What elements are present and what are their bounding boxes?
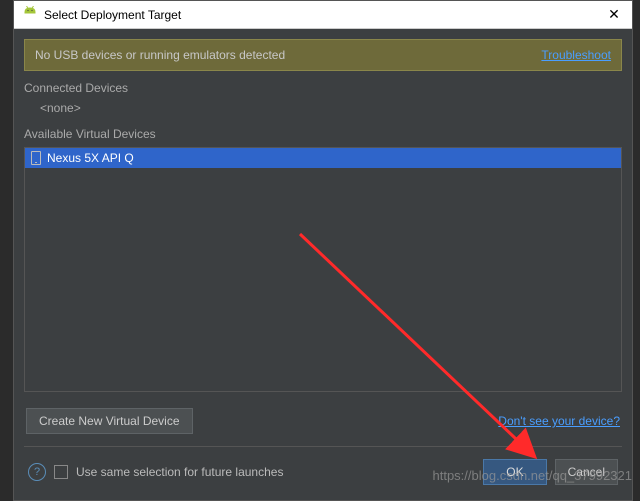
warning-message: No USB devices or running emulators dete… (35, 48, 285, 62)
bottom-row: Create New Virtual Device Don't see your… (24, 408, 622, 434)
remember-selection-checkbox[interactable] (54, 465, 68, 479)
remember-selection-label: Use same selection for future launches (76, 465, 283, 479)
android-icon (22, 6, 38, 23)
close-button[interactable]: ✕ (604, 6, 624, 23)
dont-see-device-link[interactable]: Don't see your device? (498, 414, 620, 428)
phone-icon (31, 151, 41, 165)
footer-left: ? Use same selection for future launches (28, 463, 283, 481)
connected-devices-label: Connected Devices (24, 81, 622, 95)
device-name: Nexus 5X API Q (47, 151, 134, 165)
help-icon[interactable]: ? (28, 463, 46, 481)
available-devices-label: Available Virtual Devices (24, 127, 622, 141)
dialog-footer: ? Use same selection for future launches… (24, 446, 622, 497)
connected-devices-none: <none> (24, 99, 622, 117)
available-devices-list: Nexus 5X API Q (24, 147, 622, 392)
create-virtual-device-button[interactable]: Create New Virtual Device (26, 408, 193, 434)
deployment-target-dialog: Select Deployment Target ✕ No USB device… (13, 0, 633, 501)
footer-right: OK Cancel (483, 459, 618, 485)
dialog-content: No USB devices or running emulators dete… (14, 29, 632, 500)
troubleshoot-link[interactable]: Troubleshoot (541, 48, 611, 62)
list-item[interactable]: Nexus 5X API Q (25, 148, 621, 168)
cancel-button[interactable]: Cancel (555, 459, 618, 485)
warning-bar: No USB devices or running emulators dete… (24, 39, 622, 71)
dialog-title: Select Deployment Target (44, 8, 604, 22)
ok-button[interactable]: OK (483, 459, 546, 485)
titlebar: Select Deployment Target ✕ (14, 1, 632, 29)
